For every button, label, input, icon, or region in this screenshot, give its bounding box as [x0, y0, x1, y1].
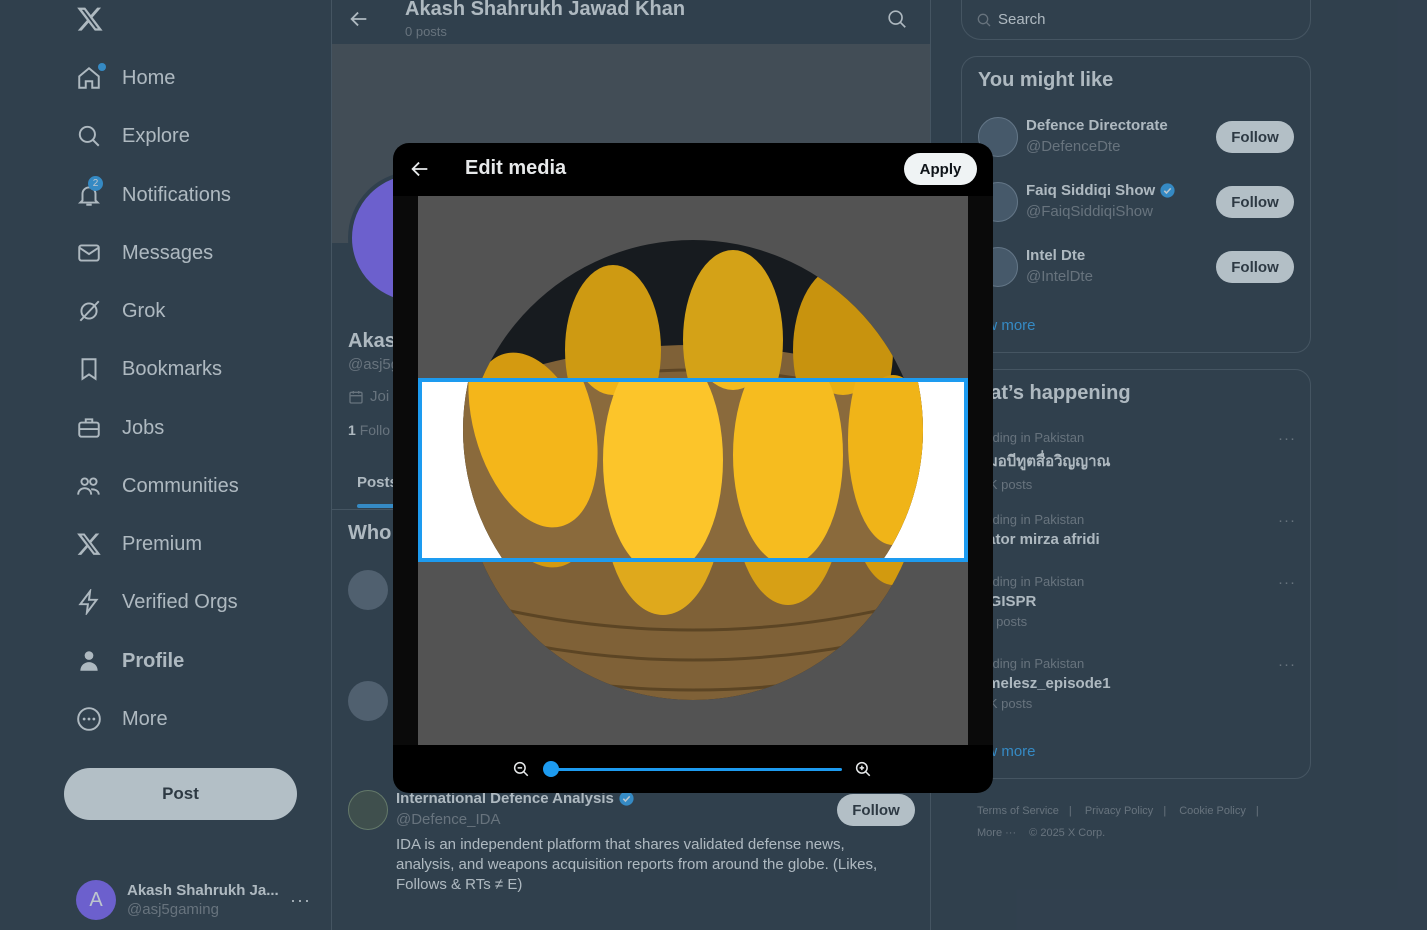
- back-arrow-icon[interactable]: [409, 158, 431, 180]
- zoom-slider-handle[interactable]: [543, 761, 559, 777]
- edit-media-dialog: Edit media Apply: [393, 143, 993, 793]
- crop-frame[interactable]: [418, 378, 968, 562]
- zoom-in-icon[interactable]: [854, 760, 872, 778]
- dialog-title: Edit media: [465, 157, 567, 179]
- zoom-out-icon[interactable]: [512, 760, 530, 778]
- mango-crop-preview-image: [422, 382, 964, 558]
- zoom-control: [393, 745, 993, 793]
- media-canvas[interactable]: [418, 196, 968, 745]
- apply-button[interactable]: Apply: [904, 153, 977, 185]
- zoom-slider-track[interactable]: [545, 768, 842, 771]
- crop-stage: [393, 196, 993, 745]
